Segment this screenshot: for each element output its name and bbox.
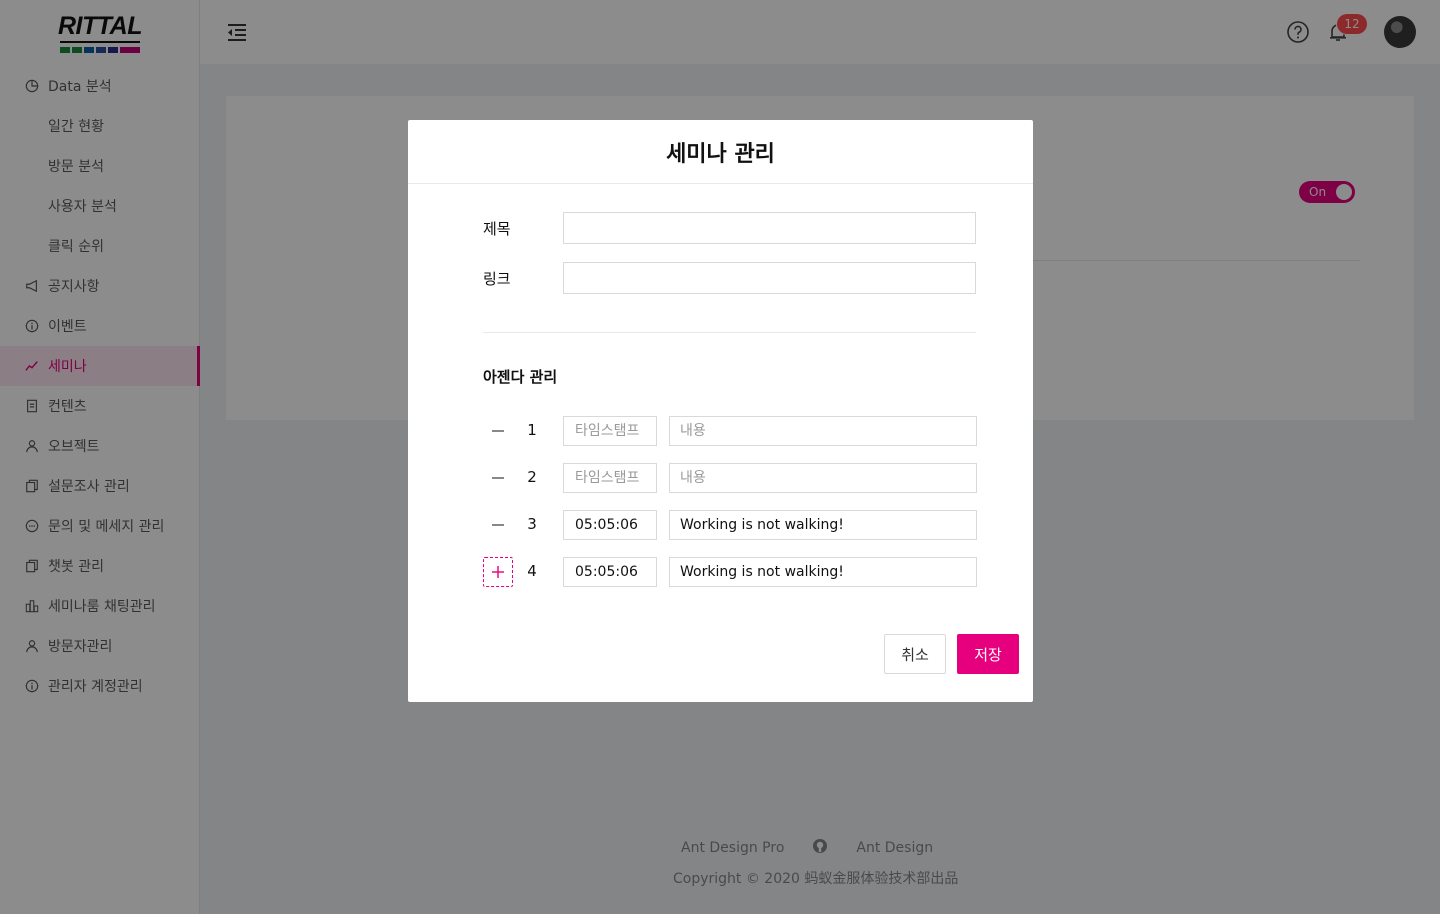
title-input[interactable] [563,212,976,244]
remove-row-button[interactable] [483,463,513,493]
timestamp-input[interactable] [563,510,657,540]
divider [483,332,976,333]
minus-icon [492,477,504,479]
remove-row-button[interactable] [483,510,513,540]
timestamp-input[interactable] [563,463,657,493]
content-input[interactable] [669,510,977,540]
minus-icon [492,524,504,526]
agenda-row-number: 2 [527,468,537,486]
link-input[interactable] [563,262,976,294]
timestamp-input[interactable] [563,557,657,587]
minus-icon [492,430,504,432]
agenda-row-number: 3 [527,515,537,533]
seminar-modal: 세미나 관리 제목 링크 아젠다 관리 1 2 3 4 취소 저장 [408,120,1033,702]
agenda-row-number: 4 [527,562,537,580]
remove-row-button[interactable] [483,416,513,446]
agenda-section-title: 아젠다 관리 [483,368,558,386]
content-input[interactable] [669,463,977,493]
content-input[interactable] [669,416,977,446]
plus-icon [492,566,504,578]
add-row-button[interactable] [483,557,513,587]
modal-title: 세미나 관리 [666,141,775,167]
timestamp-input[interactable] [563,416,657,446]
modal-header: 세미나 관리 [408,120,1033,184]
content-input[interactable] [669,557,977,587]
agenda-row-number: 1 [527,421,537,439]
cancel-button[interactable]: 취소 [884,634,946,674]
title-label: 제목 [483,220,511,238]
link-label: 링크 [483,270,511,288]
save-button[interactable]: 저장 [957,634,1019,674]
